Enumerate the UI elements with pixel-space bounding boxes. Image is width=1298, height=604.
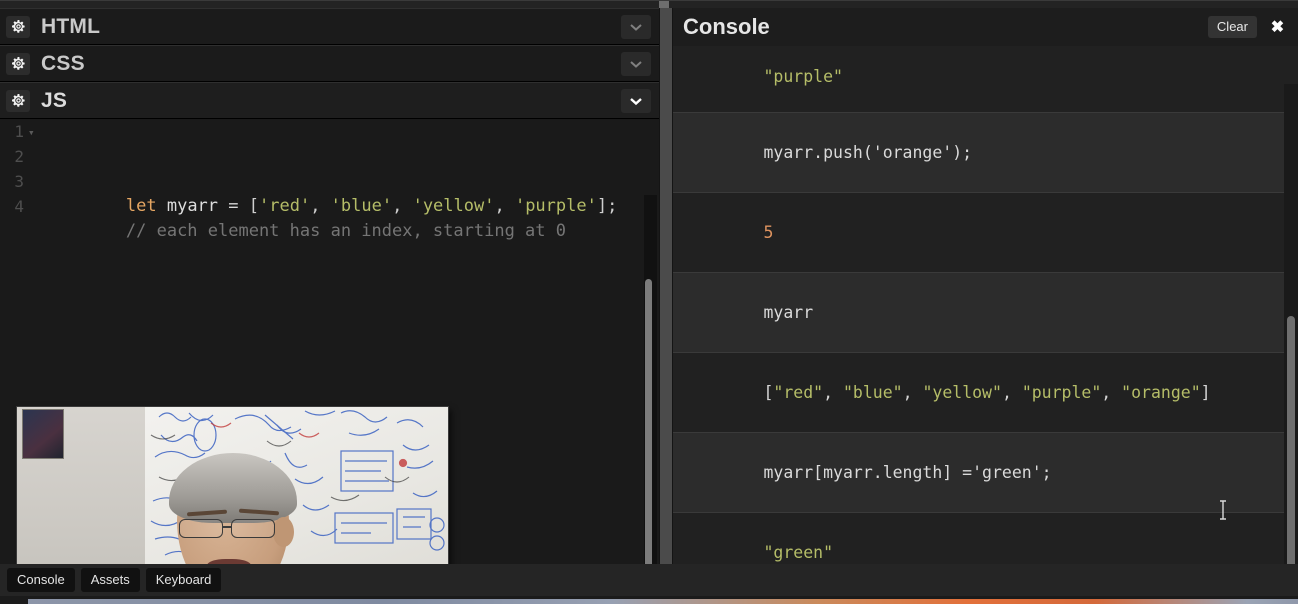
console-row-text: "green": [763, 543, 834, 562]
panel-header-js[interactable]: JS: [0, 82, 659, 119]
console-row-input: myarr[myarr.length] ='green';: [673, 433, 1298, 513]
panel-title-css: CSS: [41, 51, 85, 75]
bottom-button-console[interactable]: Console: [7, 568, 75, 592]
console-row-input: myarr.push('orange');: [673, 113, 1298, 193]
chevron-down-icon: [630, 23, 642, 31]
clear-console-button[interactable]: Clear: [1207, 16, 1257, 38]
editor-column: HTML CSS JS 1 ▾ let myarr = ['red', 'blu…: [0, 8, 659, 564]
chevron-down-icon: [630, 97, 642, 105]
close-icon[interactable]: ✖: [1266, 16, 1289, 38]
gear-icon-js[interactable]: [6, 89, 30, 112]
console-scrollbar-thumb[interactable]: [1287, 316, 1295, 564]
bottom-toolbar: Console Assets Keyboard: [0, 564, 1298, 596]
code-line: 4: [0, 194, 659, 219]
js-code-editor[interactable]: 1 ▾ let myarr = ['red', 'blue', 'yellow'…: [0, 119, 659, 564]
background-window-content: [28, 599, 1298, 604]
window-top-strip: [0, 0, 1298, 9]
panel-header-css[interactable]: CSS: [0, 45, 659, 82]
editor-scrollbar-track[interactable]: [644, 195, 657, 564]
gear-icon-html[interactable]: [6, 15, 30, 38]
eyeglasses: [175, 519, 293, 539]
bottom-button-keyboard[interactable]: Keyboard: [145, 568, 222, 592]
code-line-text: // each element has an index, starting a…: [125, 221, 566, 241]
presenter-video-overlay[interactable]: [16, 406, 449, 564]
gear-icon: [11, 57, 25, 70]
console-row-text: ["red", "blue", "yellow", "purple", "ora…: [763, 383, 1211, 402]
console-row-text: 5: [763, 223, 774, 242]
console-scrollbar-track[interactable]: [1284, 84, 1298, 564]
chevron-down-icon-css[interactable]: [621, 51, 651, 76]
panel-title-js: JS: [41, 88, 68, 112]
chevron-down-icon-html[interactable]: [621, 14, 651, 39]
console-row-text: myarr[myarr.length] ='green';: [763, 463, 1052, 482]
panel-resize-divider[interactable]: [659, 8, 673, 564]
console-row-output: ["red", "blue", "yellow", "purple", "ora…: [673, 353, 1298, 433]
console-row-text: myarr.push('orange');: [763, 143, 973, 162]
chevron-down-icon: [630, 60, 642, 68]
line-number: 1: [14, 122, 24, 141]
fold-arrow-icon[interactable]: ▾: [28, 120, 35, 145]
console-row-input: myarr: [673, 273, 1298, 353]
editor-scrollbar-thumb[interactable]: [645, 279, 652, 564]
console-row-output: "green": [673, 513, 1298, 564]
video-frame: [17, 407, 448, 564]
code-line: 1 ▾ let myarr = ['red', 'blue', 'yellow'…: [0, 119, 659, 216]
console-row-output: "purple": [673, 46, 1298, 113]
code-line: 3 // each element has an index, starting…: [0, 169, 659, 241]
wall-poster: [22, 409, 64, 459]
chevron-down-icon-js[interactable]: [621, 88, 651, 113]
console-row-text: myarr: [763, 303, 814, 322]
console-column: Console Clear ✖ "purple" myarr.push('ora…: [673, 8, 1298, 564]
panel-header-html[interactable]: HTML: [0, 8, 659, 45]
console-row-text: "purple": [763, 67, 843, 86]
console-header: Console Clear ✖: [673, 8, 1298, 46]
gear-icon: [11, 20, 25, 33]
code-line: 2: [0, 144, 659, 169]
codepen-editor-window: HTML CSS JS 1 ▾ let myarr = ['red', 'blu…: [0, 0, 1298, 604]
console-row-output: 5: [673, 193, 1298, 273]
gear-icon: [11, 94, 25, 107]
console-output-list[interactable]: "purple" myarr.push('orange'); 5 myarr […: [673, 46, 1298, 564]
gear-icon-css[interactable]: [6, 52, 30, 75]
line-number: 4: [14, 197, 24, 216]
line-number: 3: [14, 172, 24, 191]
console-title: Console: [683, 14, 770, 39]
panel-title-html: HTML: [41, 14, 101, 38]
bottom-button-assets[interactable]: Assets: [80, 568, 140, 592]
background-window-sliver[interactable]: [0, 596, 1298, 604]
line-number: 2: [14, 147, 24, 166]
